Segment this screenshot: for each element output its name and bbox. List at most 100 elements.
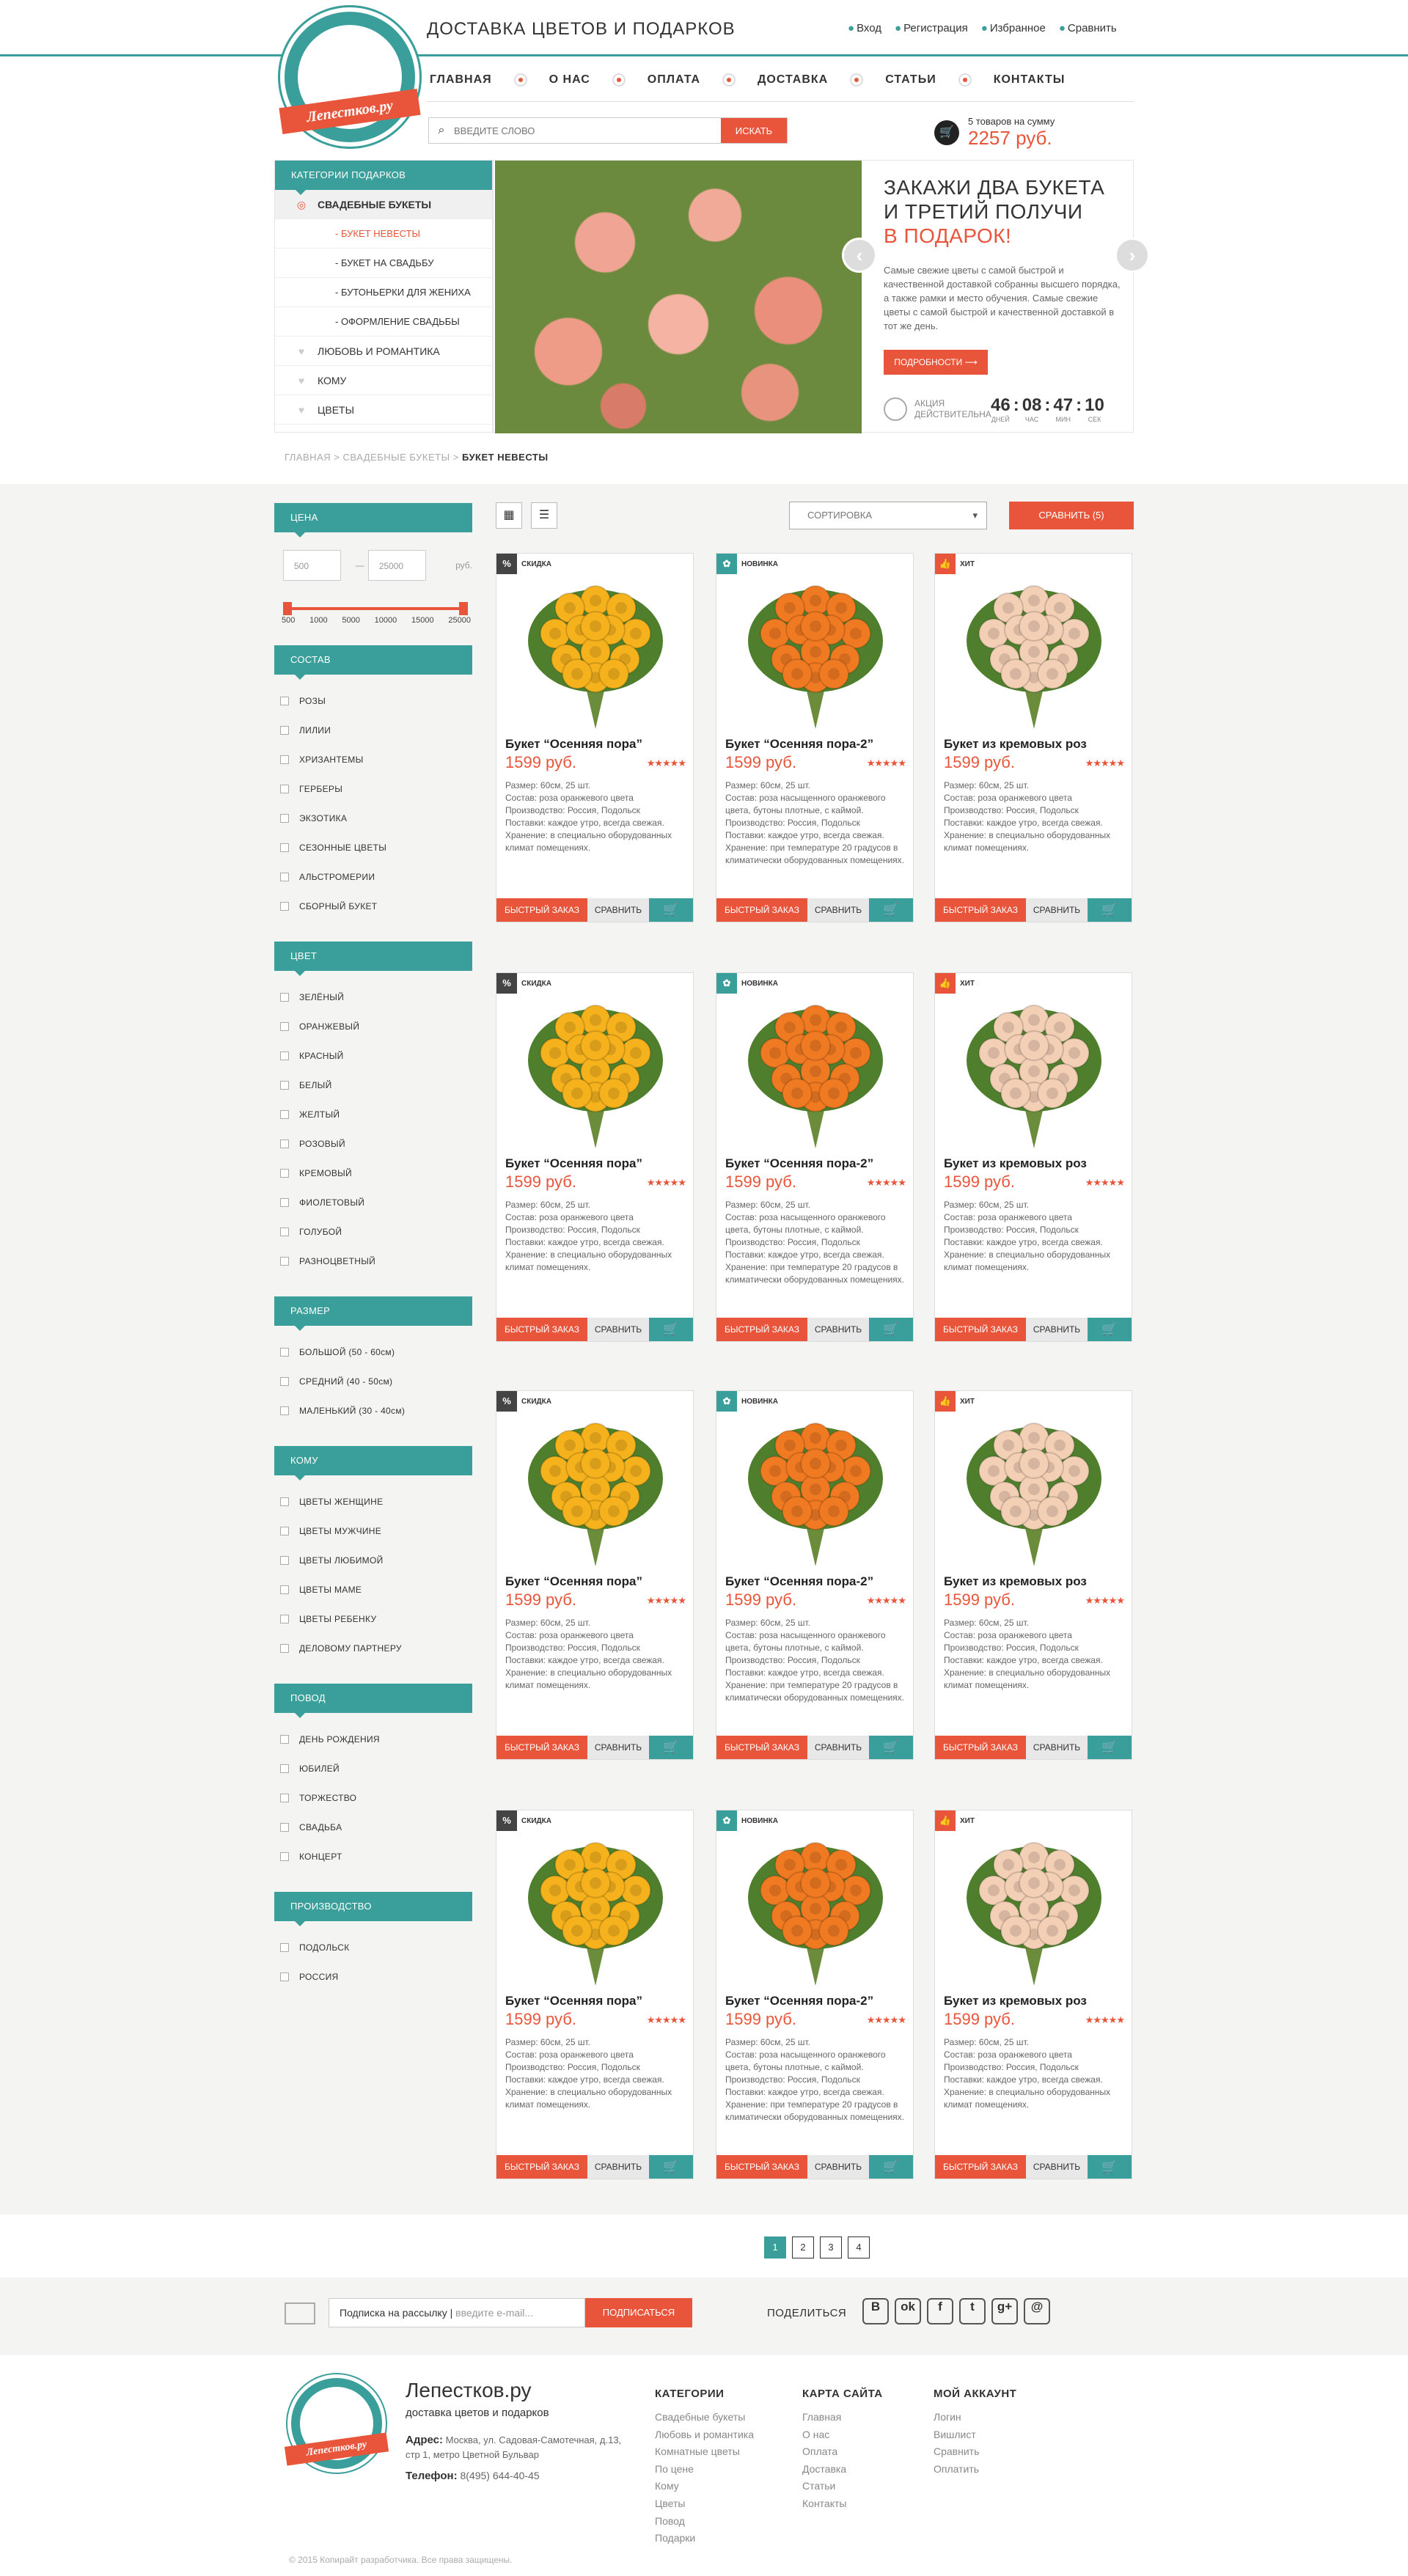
product-image[interactable] [746, 1828, 885, 1989]
product-title[interactable]: Букет из кремовых роз [944, 1156, 1087, 1171]
product-image[interactable] [746, 1409, 885, 1570]
filter-option[interactable]: ДЕЛОВОМУ ПАРТНЕРУ [280, 1634, 472, 1663]
checkbox[interactable] [280, 1110, 289, 1119]
cart-icon[interactable]: 🛒 [649, 2155, 693, 2179]
site-logo[interactable]: Лепестков.ру [279, 7, 421, 147]
nav-item[interactable]: ОПЛАТА [648, 73, 700, 87]
filter-option[interactable]: ПОДОЛЬСК [280, 1933, 472, 1962]
filter-option[interactable]: АЛЬСТРОМЕРИИ [280, 862, 472, 892]
filter-option[interactable]: ЦВЕТЫ МАМЕ [280, 1575, 472, 1604]
quick-order-button[interactable]: БЫСТРЫЙ ЗАКАЗ [935, 898, 1026, 922]
cart-icon[interactable]: 🛒 [649, 1318, 693, 1341]
filter-option[interactable]: СЕЗОННЫЕ ЦВЕТЫ [280, 833, 472, 862]
checkbox[interactable] [280, 1140, 289, 1148]
email-field[interactable]: Подписка на рассылку | введите e-mail... [329, 2298, 585, 2327]
nav-item[interactable]: О НАС [549, 73, 590, 87]
product-card[interactable]: 👍 ХИТ Букет из кремовых роз 1599 руб. ★★★★★ Р… [934, 972, 1132, 1342]
footer-link[interactable]: Любовь и романтика [655, 2426, 754, 2444]
product-image[interactable] [526, 1828, 665, 1989]
filter-option[interactable]: РОССИЯ [280, 1962, 472, 1992]
slider-next-button[interactable]: › [1115, 238, 1150, 273]
cart-icon[interactable]: 🛒 [869, 1318, 913, 1341]
compare-product-button[interactable]: СРАВНИТЬ [807, 898, 869, 922]
quick-order-button[interactable]: БЫСТРЫЙ ЗАКАЗ [496, 1318, 587, 1341]
quick-order-button[interactable]: БЫСТРЫЙ ЗАКАЗ [496, 1736, 587, 1759]
category-item[interactable]: - БУКЕТ НЕВЕСТЫ [275, 219, 492, 249]
checkbox[interactable] [280, 697, 289, 705]
page-4[interactable]: 4 [848, 2236, 870, 2258]
footer-link[interactable]: Логин [934, 2409, 1016, 2426]
product-card[interactable]: ✿ НОВИНКА Букет “Осенняя пора-2” 1599 руб. ★… [716, 1810, 914, 2179]
email-icon[interactable]: @ [1024, 2298, 1050, 2324]
checkbox[interactable] [280, 1764, 289, 1773]
checkbox[interactable] [280, 785, 289, 793]
quick-order-button[interactable]: БЫСТРЫЙ ЗАКАЗ [716, 898, 807, 922]
cart-icon[interactable]: 🛒 [869, 898, 913, 922]
filter-option[interactable]: ЦВЕТЫ ЖЕНЩИНЕ [280, 1487, 472, 1516]
checkbox[interactable] [280, 1377, 289, 1386]
product-image[interactable] [964, 571, 1104, 733]
breadcrumb-home[interactable]: ГЛАВНАЯ [285, 452, 331, 463]
filter-option[interactable]: СРЕДНИЙ (40 - 50см) [280, 1367, 472, 1396]
filter-option[interactable]: БОЛЬШОЙ (50 - 60см) [280, 1337, 472, 1367]
product-title[interactable]: Букет из кремовых роз [944, 737, 1087, 752]
product-card[interactable]: 👍 ХИТ Букет из кремовых роз 1599 руб. ★★★★★ Р… [934, 1810, 1132, 2179]
checkbox[interactable] [280, 1052, 289, 1060]
compare-product-button[interactable]: СРАВНИТЬ [807, 2155, 869, 2179]
checkbox[interactable] [280, 1735, 289, 1744]
product-title[interactable]: Букет “Осенняя пора-2” [725, 1994, 873, 2008]
product-image[interactable] [964, 1409, 1104, 1570]
product-title[interactable]: Букет из кремовых роз [944, 1574, 1087, 1589]
cart-icon[interactable]: 🛒 [1088, 2155, 1132, 2179]
subscribe-button[interactable]: ПОДПИСАТЬСЯ [585, 2298, 692, 2327]
footer-link[interactable]: Главная [802, 2409, 883, 2426]
product-card[interactable]: % СКИДКА Букет “Осенняя пора” 1599 руб. ★★★★… [496, 972, 694, 1342]
product-title[interactable]: Букет из кремовых роз [944, 1994, 1087, 2008]
top-link-star[interactable]: ● Избранное [981, 22, 1046, 34]
footer-link[interactable]: Контакты [802, 2495, 883, 2513]
checkbox[interactable] [280, 1169, 289, 1178]
product-title[interactable]: Букет “Осенняя пора-2” [725, 737, 873, 752]
filter-option[interactable]: КРЕМОВЫЙ [280, 1159, 472, 1188]
footer-link[interactable]: Кому [655, 2478, 754, 2495]
product-card[interactable]: 👍 ХИТ Букет из кремовых роз 1599 руб. ★★★★★ Р… [934, 553, 1132, 922]
filter-option[interactable]: РОЗЫ [280, 686, 472, 716]
filter-option[interactable]: ФИОЛЕТОВЫЙ [280, 1188, 472, 1217]
filter-option[interactable]: ГОЛУБОЙ [280, 1217, 472, 1247]
compare-product-button[interactable]: СРАВНИТЬ [1026, 1736, 1088, 1759]
filter-option[interactable]: МАЛЕНЬКИЙ (30 - 40см) [280, 1396, 472, 1425]
footer-link[interactable]: Повод [655, 2513, 754, 2531]
twitter-icon[interactable]: t [959, 2298, 986, 2324]
footer-link[interactable]: По цене [655, 2461, 754, 2478]
product-image[interactable] [526, 991, 665, 1152]
nav-item[interactable]: КОНТАКТЫ [994, 73, 1066, 87]
price-slider-max-handle[interactable] [459, 602, 468, 615]
filter-option[interactable]: ЗЕЛЁНЫЙ [280, 983, 472, 1012]
price-slider[interactable] [283, 602, 468, 615]
top-link-compare[interactable]: ● Сравнить [1059, 22, 1117, 34]
cart-icon[interactable]: 🛒 [869, 2155, 913, 2179]
compare-product-button[interactable]: СРАВНИТЬ [587, 2155, 649, 2179]
footer-link[interactable]: Подарки [655, 2530, 754, 2547]
product-title[interactable]: Букет “Осенняя пора-2” [725, 1156, 873, 1171]
filter-option[interactable]: ДЕНЬ РОЖДЕНИЯ [280, 1725, 472, 1754]
compare-button[interactable]: СРАВНИТЬ (5) [1009, 502, 1134, 529]
filter-option[interactable]: ОРАНЖЕВЫЙ [280, 1012, 472, 1041]
product-title[interactable]: Букет “Осенняя пора” [505, 1994, 642, 2008]
checkbox[interactable] [280, 1556, 289, 1565]
filter-option[interactable]: СВАДЬБА [280, 1813, 472, 1842]
product-image[interactable] [746, 571, 885, 733]
compare-product-button[interactable]: СРАВНИТЬ [1026, 2155, 1088, 2179]
quick-order-button[interactable]: БЫСТРЫЙ ЗАКАЗ [496, 898, 587, 922]
search-input[interactable] [454, 118, 721, 143]
checkbox[interactable] [280, 1943, 289, 1952]
grid-view-icon[interactable]: ▦ [496, 502, 522, 529]
cart-icon[interactable]: 🛒 [1088, 898, 1132, 922]
product-card[interactable]: % СКИДКА Букет “Осенняя пора” 1599 руб. ★★★★… [496, 1810, 694, 2179]
filter-option[interactable]: ЦВЕТЫ РЕБЕНКУ [280, 1604, 472, 1634]
checkbox[interactable] [280, 814, 289, 823]
compare-product-button[interactable]: СРАВНИТЬ [587, 1318, 649, 1341]
filter-option[interactable]: ЖЕЛТЫЙ [280, 1100, 472, 1129]
cart-icon[interactable]: 🛒 [649, 1736, 693, 1759]
odnoklassniki-icon[interactable]: ok [895, 2298, 921, 2324]
